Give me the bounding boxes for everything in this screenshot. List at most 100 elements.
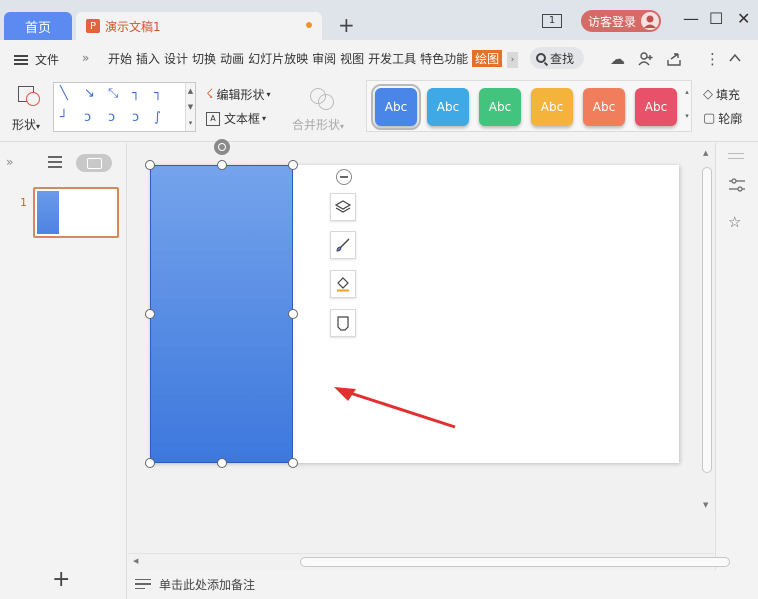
tab-document[interactable]: P 演示文稿1 [76, 12, 322, 40]
expand-panel-icon[interactable]: » [6, 155, 13, 169]
resize-handle[interactable] [288, 309, 298, 319]
search-button[interactable]: 查找 [530, 47, 584, 69]
scroll-left-icon[interactable]: ◀ [133, 557, 138, 565]
shape-style-blue[interactable]: Abc [371, 84, 421, 130]
resize-handle[interactable] [145, 160, 155, 170]
properties-icon[interactable] [728, 177, 746, 197]
menu-tab-transition[interactable]: 切换 [192, 50, 216, 67]
tab-home[interactable]: 首页 [4, 12, 72, 40]
search-icon [536, 53, 546, 63]
shape-outline-button[interactable] [330, 309, 356, 337]
menu-tab-animation[interactable]: 动画 [220, 50, 244, 67]
menu-tab-slideshow[interactable]: 幻灯片放映 [248, 50, 308, 67]
textbox-icon: A [206, 111, 220, 126]
line-icon[interactable]: ╲ [60, 87, 68, 101]
maximize-icon[interactable]: ☐ [709, 10, 723, 28]
collapse-ribbon-icon[interactable] [728, 51, 742, 68]
scroll-down-icon[interactable]: ▼ [703, 501, 708, 509]
vertical-scroll-thumb[interactable] [702, 167, 712, 473]
menu-tab-home[interactable]: 开始 [108, 50, 132, 67]
slide[interactable] [145, 139, 679, 468]
minimize-icon[interactable]: — [683, 10, 699, 28]
collapse-quick-tools-icon[interactable] [336, 169, 352, 185]
slides-view-icon[interactable] [76, 154, 112, 172]
elbow-connector-icon[interactable]: ┐ [132, 87, 140, 101]
more-options-icon[interactable]: ⋮ [705, 51, 720, 67]
avatar [641, 12, 659, 30]
horizontal-scroll-thumb[interactable] [300, 557, 730, 567]
fill-bucket-icon [337, 277, 349, 292]
window-count-icon[interactable]: 1 [542, 14, 562, 28]
presentation-icon: P [86, 19, 100, 33]
shape-style-yellow[interactable]: Abc [531, 88, 573, 126]
outline-icon: ▢ [703, 111, 716, 126]
edit-shape-label: 编辑形状 [216, 88, 265, 102]
edit-shape-button[interactable]: ☇ 编辑形状 ▾ [206, 86, 270, 103]
fill-button[interactable]: ◇ 填充 [703, 86, 740, 103]
menu-tab-drawing[interactable]: 绘图 [472, 50, 503, 67]
resize-handle[interactable] [217, 160, 227, 170]
textbox-button[interactable]: A 文本框 ▾ [206, 110, 266, 127]
menu-tab-developer[interactable]: 开发工具 [368, 50, 416, 67]
curved-double-arrow-icon[interactable]: ↄ [132, 111, 139, 125]
brush-icon [336, 238, 350, 252]
rotate-handle-icon[interactable] [214, 139, 230, 155]
line-gallery-scroll[interactable]: ▲ ▼ ▾ [185, 83, 195, 131]
double-arrow-line-icon[interactable]: ⤡ [108, 87, 118, 101]
shape-style-red[interactable]: Abc [635, 88, 677, 126]
shape-fill-button[interactable] [330, 270, 356, 298]
vertical-scrollbar[interactable]: ▲ ▼ [699, 143, 715, 513]
new-tab-button[interactable]: + [338, 14, 355, 36]
slides-panel: » 1 + [0, 143, 127, 599]
arrow-line-icon[interactable]: ↘ [84, 87, 95, 101]
selected-rectangle-shape[interactable] [150, 165, 293, 463]
tab-home-label: 首页 [24, 20, 51, 36]
add-slide-button[interactable]: + [52, 569, 70, 591]
menu-scroll-right-icon[interactable]: › [507, 52, 518, 68]
freeform-curve-icon[interactable]: ∫ [154, 111, 161, 125]
style-gallery-scroll[interactable]: ▴ ▾ [682, 80, 692, 130]
resize-handle[interactable] [145, 458, 155, 468]
curved-connector-icon[interactable]: ↄ [84, 111, 91, 125]
scroll-up-icon[interactable]: ▲ [703, 149, 708, 157]
share-icon[interactable] [666, 51, 682, 70]
curved-arrow-connector-icon[interactable]: ↄ [108, 111, 115, 125]
shape-style-gallery: Abc Abc Abc Abc Abc Abc [366, 80, 692, 132]
layers-button[interactable] [330, 193, 356, 221]
resize-handle[interactable] [288, 458, 298, 468]
elbow-arrow-connector-icon[interactable]: ┐ [154, 87, 162, 101]
star-icon[interactable]: ☆ [728, 213, 741, 231]
outline-button[interactable]: ▢ 轮廓 [703, 110, 742, 127]
resize-handle[interactable] [288, 160, 298, 170]
elbow-double-arrow-icon[interactable]: ┘ [60, 111, 68, 125]
merge-shape-button[interactable]: 合并形状▾ [292, 82, 352, 136]
guest-login-button[interactable]: 访客登录 [581, 10, 661, 32]
close-icon[interactable]: ✕ [737, 10, 750, 28]
shape-style-green[interactable]: Abc [479, 88, 521, 126]
notes-bar[interactable]: 单击此处添加备注 [128, 570, 758, 599]
guest-login-label: 访客登录 [588, 14, 637, 29]
menu-tab-review[interactable]: 审阅 [312, 50, 336, 67]
menu-tabs: 开始 插入 设计 切换 动画 幻灯片放映 审阅 视图 开发工具 特色功能 绘图 [108, 50, 506, 67]
outline-view-icon[interactable] [48, 156, 62, 168]
file-menu[interactable]: 文件 [14, 51, 59, 68]
resize-handle[interactable] [145, 309, 155, 319]
outline-icon [337, 316, 349, 331]
menu-tab-insert[interactable]: 插入 [136, 50, 160, 67]
menu-tab-design[interactable]: 设计 [164, 50, 188, 67]
menu-tab-features[interactable]: 特色功能 [420, 50, 468, 67]
shape-button[interactable]: 形状▾ [10, 82, 50, 136]
resize-handle[interactable] [217, 458, 227, 468]
slide-thumbnail[interactable] [33, 187, 119, 238]
cloud-icon[interactable]: ☁ [610, 51, 625, 67]
shape-style-sky[interactable]: Abc [427, 88, 469, 126]
shape-style-button[interactable] [330, 231, 356, 259]
shape-style-orange[interactable]: Abc [583, 88, 625, 126]
editing-canvas [128, 139, 714, 553]
add-user-icon[interactable] [638, 51, 654, 70]
merge-shape-icon-overlap [318, 94, 334, 110]
double-chevron-icon[interactable]: » [82, 51, 89, 65]
horizontal-scrollbar[interactable]: ◀ [128, 553, 730, 570]
hamburger-icon [14, 54, 28, 65]
menu-tab-view[interactable]: 视图 [340, 50, 364, 67]
